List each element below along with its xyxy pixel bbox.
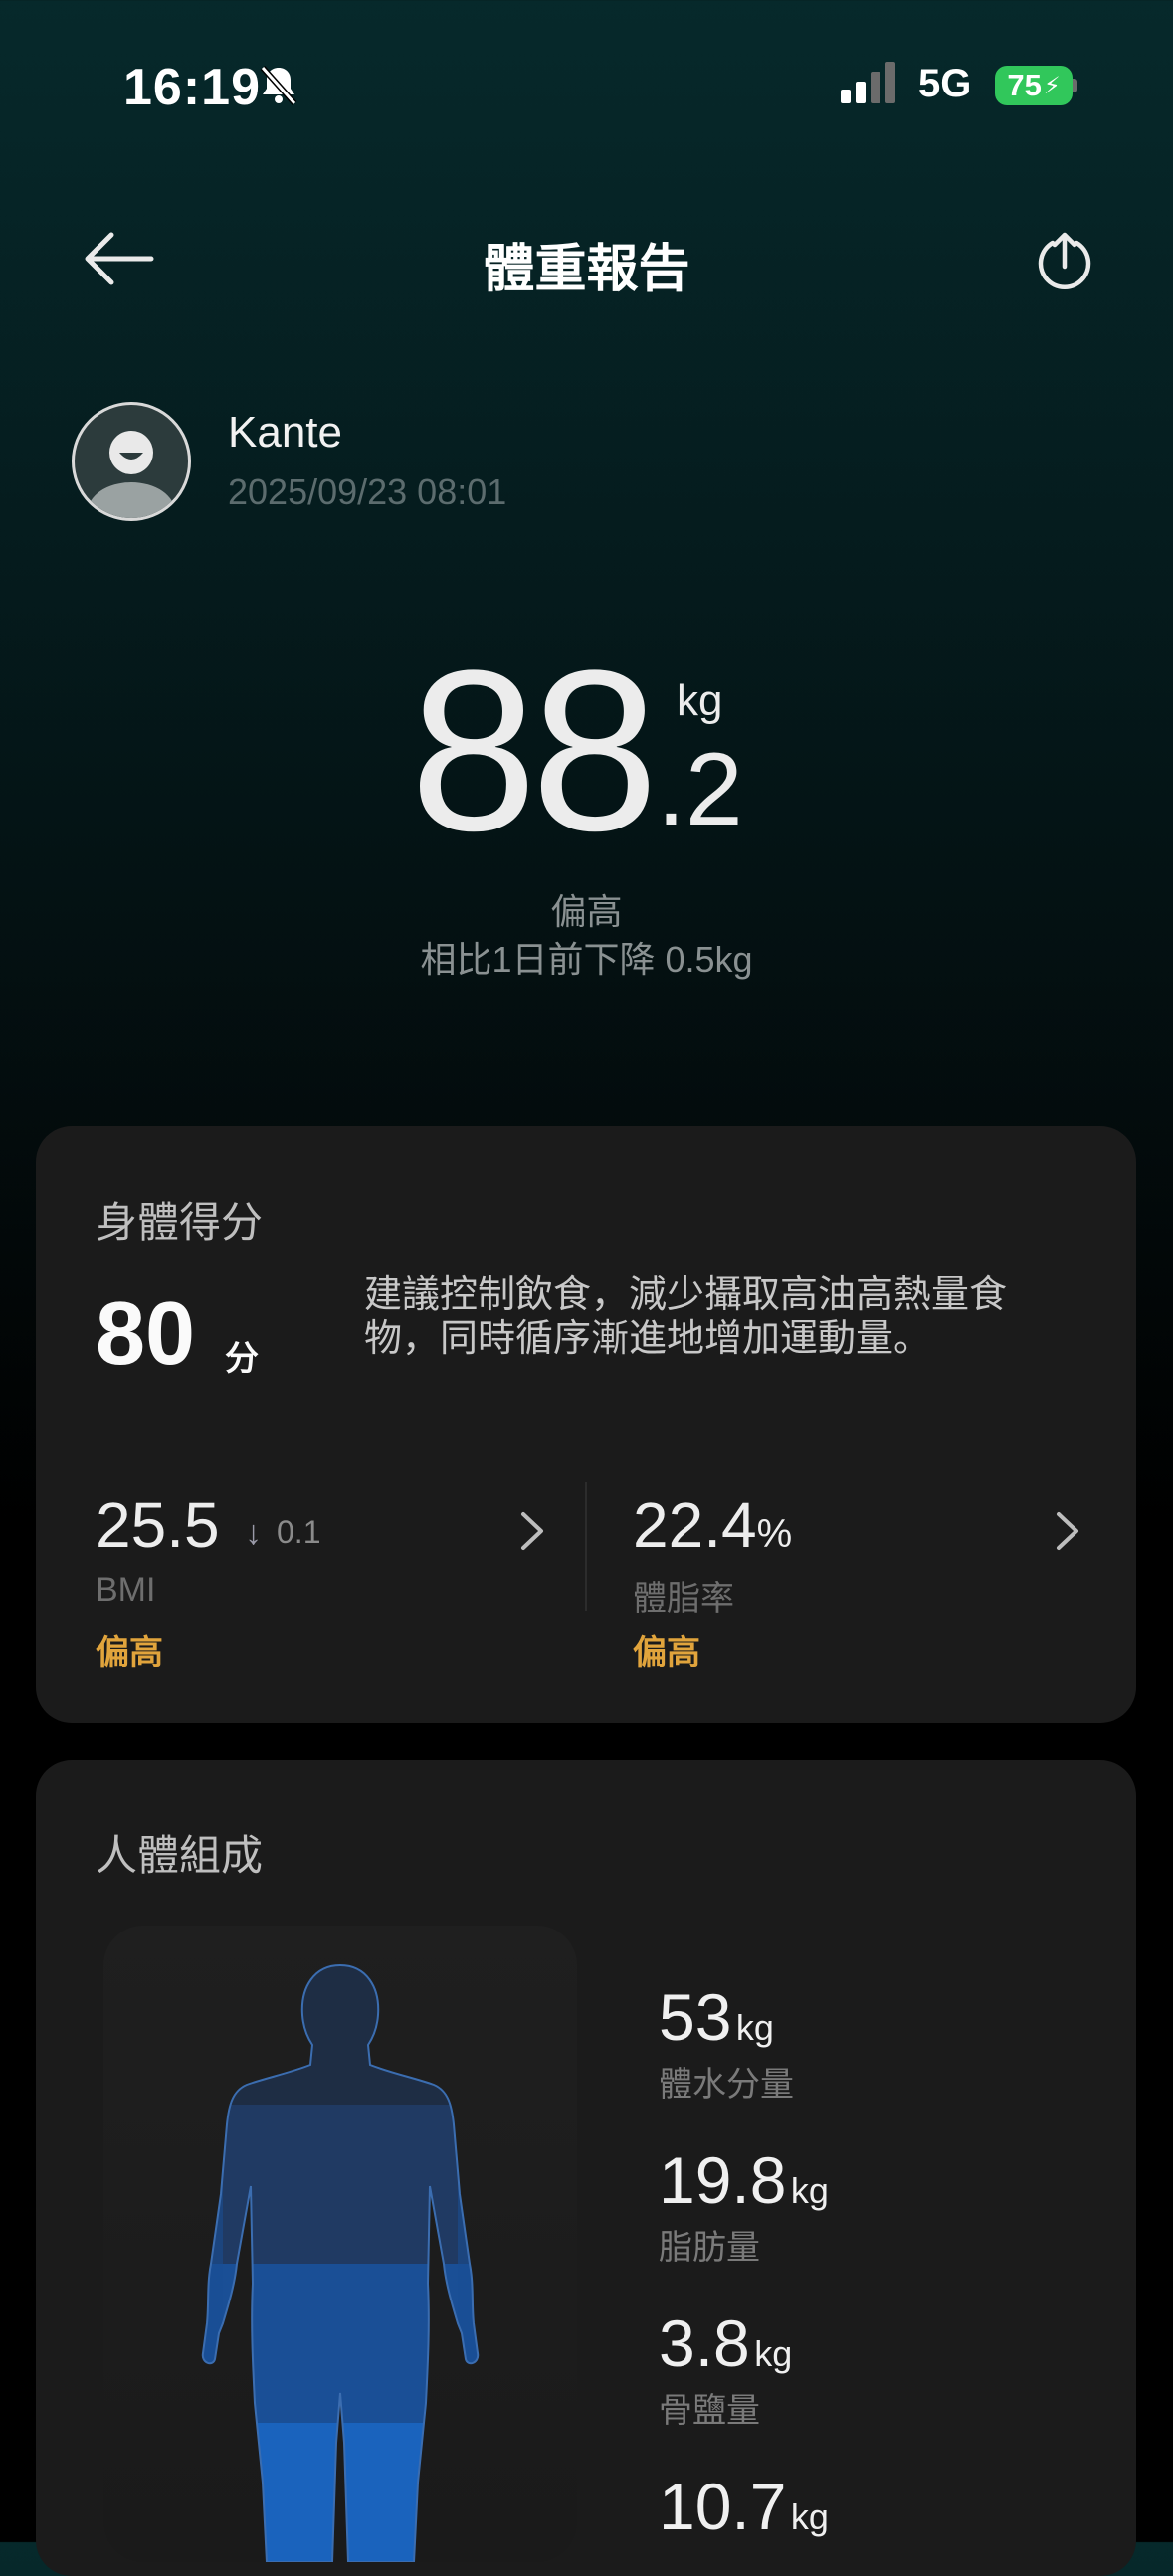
composition-item-4: 10.7 kg: [659, 2469, 829, 2544]
score-advice: 建議控制飲食，減少攝取高油高熱量食物，同時循序漸進地增加運動量。: [364, 1274, 1008, 1360]
human-body-figure: [201, 1963, 480, 2562]
weight-comparison: 相比1日前下降 0.5kg: [420, 939, 753, 980]
body-fat-value: 22.4: [633, 1489, 757, 1561]
user-avatar-icon: [88, 431, 175, 518]
weight-integer: 88: [410, 623, 659, 878]
battery-level: 75: [1007, 68, 1042, 102]
bmi-status: 偏高: [96, 1634, 163, 1672]
measurement-datetime: 2025/09/23 08:01: [228, 471, 507, 512]
composition-item-4-value: 10.7: [659, 2470, 787, 2543]
metric-divider: [585, 1482, 587, 1611]
composition-item-fat: 19.8 kg: [659, 2142, 829, 2218]
body-score-unit: 分: [225, 1340, 259, 1378]
page-title: 體重報告: [483, 241, 690, 298]
body-score-title: 身體得分: [96, 1199, 264, 1246]
body-fat-status: 偏高: [633, 1634, 700, 1672]
bone-mineral-label: 骨鹽量: [659, 2392, 760, 2430]
arrow-down-icon: ↓: [245, 1514, 262, 1552]
water-unit: kg: [735, 2007, 774, 2048]
status-time: 16:19: [123, 59, 261, 116]
battery-indicator: 75 ⚡: [995, 66, 1073, 105]
network-type: 5G: [918, 62, 972, 105]
chevron-right-icon[interactable]: [517, 1508, 547, 1554]
body-composition-title: 人體組成: [96, 1832, 264, 1879]
fat-mass-unit: kg: [790, 2170, 829, 2211]
bone-mineral-unit: kg: [754, 2333, 793, 2374]
fat-mass-value: 19.8: [659, 2143, 787, 2217]
body-score-value: 80: [96, 1284, 196, 1383]
weight-status: 偏高: [550, 891, 623, 932]
charging-bolt-icon: ⚡: [1043, 72, 1061, 99]
body-fat-label: 體脂率: [633, 1580, 734, 1618]
user-name: Kante: [228, 408, 342, 457]
composition-item-4-unit: kg: [790, 2496, 829, 2537]
silent-bell-icon: [260, 66, 297, 105]
cellular-signal-icon: [841, 62, 895, 103]
composition-item-bone: 3.8 kg: [659, 2305, 792, 2381]
share-icon[interactable]: [1033, 227, 1096, 290]
bmi-label: BMI: [96, 1571, 156, 1609]
water-label: 體水分量: [659, 2066, 794, 2104]
composition-item-water: 53 kg: [659, 1979, 774, 2055]
body-fat-unit: %: [756, 1512, 793, 1556]
body-fat-value-group: 22.4%: [633, 1488, 792, 1562]
bone-mineral-value: 3.8: [659, 2306, 750, 2380]
bmi-value: 25.5: [96, 1489, 220, 1561]
battery-cap: [1073, 79, 1077, 92]
body-figure-panel: [103, 1926, 577, 2562]
water-value: 53: [659, 1980, 732, 2054]
fat-mass-label: 脂肪量: [659, 2229, 760, 2267]
avatar[interactable]: [72, 402, 191, 521]
weight-unit: kg: [677, 676, 723, 725]
chevron-right-icon[interactable]: [1053, 1508, 1082, 1554]
bmi-delta: 0.1: [277, 1514, 321, 1550]
weight-decimal: .2: [657, 732, 743, 847]
